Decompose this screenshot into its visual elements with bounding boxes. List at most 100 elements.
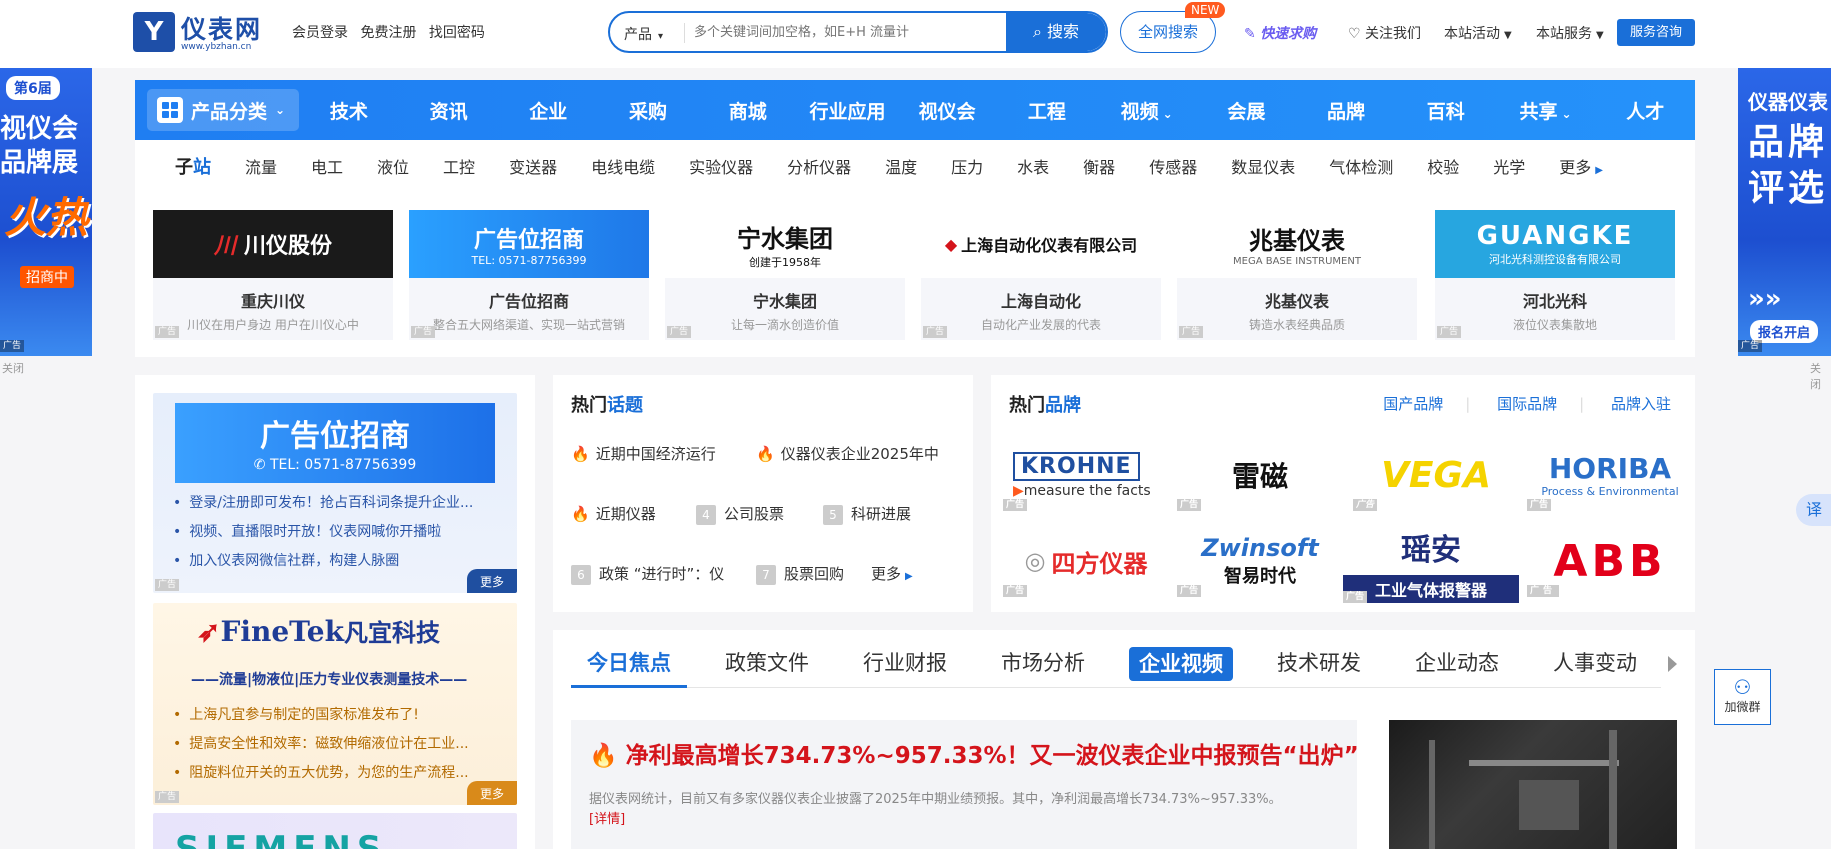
brand-ad-card[interactable]: GUANGKE 河北光科测控设备有限公司 河北光科 液位仪表集散地 广告 — [1435, 210, 1675, 340]
headline-title[interactable]: 🔥 净利最高增长734.73%~957.33%！又一波仪表企业中报预告“出炉” — [589, 736, 1359, 770]
brand-logo-yaoan[interactable]: 瑶安 工业气体报警器 广告 — [1343, 521, 1519, 603]
product-category-menu[interactable]: 产品分类 ⌄ — [147, 89, 299, 131]
tab-company-video[interactable]: 企业视频 — [1129, 647, 1233, 681]
nav-item[interactable]: 采购 — [598, 97, 698, 124]
topic-item[interactable]: 4 公司股票 — [696, 503, 784, 525]
nav-item[interactable]: 百科 — [1396, 97, 1496, 124]
topic-item[interactable]: 7 股票回购 — [756, 563, 844, 585]
list-item[interactable]: 阻旋料位开关的五大优势，为您的生产流程... — [173, 759, 468, 788]
topics-more-link[interactable]: 更多 ▶ — [871, 563, 913, 584]
login-link[interactable]: 会员登录 — [292, 25, 348, 41]
substation-link[interactable]: 气体检测 — [1329, 154, 1393, 178]
site-services-menu[interactable]: 本站服务 ▼ — [1536, 23, 1604, 43]
brand-ad-card[interactable]: 兆基仪表 MEGA BASE INSTRUMENT 兆基仪表 铸造水表经典品质 广… — [1177, 210, 1417, 340]
topic-item[interactable]: 🔥 近期仪器 — [571, 503, 656, 524]
more-button[interactable]: 更多 — [467, 781, 517, 805]
nav-item[interactable]: 技术 — [299, 97, 399, 124]
list-item[interactable]: 加入仪表网微信社群，构建人脉圈 — [173, 547, 473, 576]
site-activities-menu[interactable]: 本站活动 ▼ — [1444, 23, 1512, 43]
brand-logo-zwinsoft[interactable]: Zwinsoft 智易时代 广告 — [1177, 525, 1343, 597]
brand-logo-leici[interactable]: 雷磁 广告 — [1177, 439, 1343, 511]
brand-logo-krohne[interactable]: KROHNE ▶measure the facts 广告 — [1003, 439, 1169, 511]
substation-link[interactable]: 工控 — [443, 154, 475, 178]
international-brands-link[interactable]: 国际品牌 — [1497, 395, 1557, 413]
substation-link[interactable]: 液位 — [377, 154, 409, 178]
substation-link[interactable]: 变送器 — [509, 154, 557, 178]
list-item[interactable]: 提高安全性和效率：磁致伸缩液位计在工业... — [173, 730, 468, 759]
substation-link[interactable]: 光学 — [1493, 154, 1525, 178]
search-category-select[interactable]: 产品 ▾ — [624, 24, 663, 44]
substation-link[interactable]: 衡器 — [1083, 154, 1115, 178]
ad-block-finetek[interactable]: ➶FineTek凡宜科技 ——流量|物液位|压力专业仪表测量技术—— 上海凡宜参… — [153, 603, 517, 805]
follow-us-link[interactable]: ♡ 关注我们 — [1348, 23, 1421, 43]
nav-item[interactable]: 工程 — [997, 97, 1097, 124]
brand-logo-sifang[interactable]: ◎ 四方仪器 广告 — [1003, 525, 1169, 597]
headline-card[interactable]: 🔥 净利最高增长734.73%~957.33%！又一波仪表企业中报预告“出炉” … — [571, 720, 1359, 849]
site-logo[interactable]: Y 仪表网 www.ybzhan.cn — [133, 10, 283, 54]
substation-link[interactable]: 流量 — [245, 154, 277, 178]
nav-item[interactable]: 商城 — [698, 97, 798, 124]
substation-more-link[interactable]: 更多 ▶ — [1559, 154, 1603, 178]
substation-link[interactable]: 校验 — [1427, 154, 1459, 178]
nav-item[interactable]: 企业 — [498, 97, 598, 124]
list-item[interactable]: 上海凡宜参与制定的国家标准发布了! — [173, 701, 469, 730]
tab-market[interactable]: 市场分析 — [1001, 644, 1085, 688]
tab-policy[interactable]: 政策文件 — [725, 644, 809, 688]
nav-item[interactable]: 品牌 — [1296, 97, 1396, 124]
brand-logo-abb[interactable]: ABB 广告 — [1527, 525, 1693, 597]
nav-item[interactable]: 人才 — [1595, 97, 1695, 124]
topic-item[interactable]: 🔥 近期中国经济运行 — [571, 443, 716, 464]
nav-item[interactable]: 视仪会 — [897, 97, 997, 124]
domestic-brands-link[interactable]: 国产品牌 — [1383, 395, 1443, 413]
news-photo[interactable] — [1389, 720, 1677, 849]
tabs-next-arrow-icon[interactable] — [1668, 656, 1677, 672]
close-right-ad[interactable]: 关闭 — [1810, 360, 1831, 392]
tab-company-news[interactable]: 企业动态 — [1415, 644, 1499, 688]
substation-link[interactable]: 温度 — [885, 154, 917, 178]
brand-ad-card[interactable]: 川川仪股份 重庆川仪 川仪在用户身边 用户在川仪心中 广告 — [153, 210, 393, 340]
list-item[interactable]: 登录/注册即可发布！抢占百科词条提升企业... — [173, 489, 473, 518]
brand-logo-vega[interactable]: VEGA 广告 — [1353, 439, 1519, 511]
quick-purchase-link[interactable]: ✎ 快速求购 — [1244, 23, 1316, 43]
translate-button[interactable]: 译 — [1796, 494, 1831, 526]
substation-link[interactable]: 实验仪器 — [689, 154, 753, 178]
tab-personnel[interactable]: 人事变动 — [1553, 644, 1637, 688]
substation-link[interactable]: 水表 — [1017, 154, 1049, 178]
brand-join-link[interactable]: 品牌入驻 — [1611, 395, 1671, 413]
tab-tech-rd[interactable]: 技术研发 — [1277, 644, 1361, 688]
substation-link[interactable]: 电工 — [311, 154, 343, 178]
brand-logo-horiba[interactable]: HORIBA Process & Environmental 广告 — [1527, 439, 1693, 511]
search-input[interactable] — [694, 21, 994, 43]
topic-item[interactable]: 5 科研进展 — [823, 503, 911, 525]
list-item[interactable]: 视频、直播限时开放！仪表网喊你开播啦 — [173, 518, 473, 547]
substation-link[interactable]: 分析仪器 — [787, 154, 851, 178]
detail-link[interactable]: [详情] — [589, 812, 625, 827]
substation-link[interactable]: 数显仪表 — [1231, 154, 1295, 178]
close-left-ad[interactable]: 关闭 — [2, 360, 24, 376]
nav-item[interactable]: 行业应用 — [798, 97, 898, 124]
tab-today-focus[interactable]: 今日焦点 — [571, 644, 687, 688]
substation-link[interactable]: 压力 — [951, 154, 983, 178]
service-consult-button[interactable]: 服务咨询 — [1617, 19, 1695, 46]
join-wechat-group-button[interactable]: ⚇ 加微群 — [1714, 669, 1771, 725]
search-button[interactable]: ⌕ 搜索 — [1006, 13, 1106, 51]
register-link[interactable]: 免费注册 — [360, 25, 416, 41]
right-side-ad[interactable]: 仪器仪表 品牌评选 »» 报名开启 广告 — [1738, 68, 1831, 356]
recover-password-link[interactable]: 找回密码 — [429, 25, 485, 41]
brand-ad-card[interactable]: 宁水集团 创建于1958年 宁水集团 让每一滴水创造价值 广告 — [665, 210, 905, 340]
nav-item[interactable]: 会展 — [1196, 97, 1296, 124]
nav-item[interactable]: 资讯 — [399, 97, 499, 124]
ad-block-recruit[interactable]: 广告位招商 ✆ TEL: 0571-87756399 登录/注册即可发布！抢占百… — [153, 393, 517, 593]
brand-ad-card[interactable]: ◆ 上海自动化仪表有限公司 上海自动化 自动化产业发展的代表 广告 — [921, 210, 1161, 340]
substation-link[interactable]: 电线电缆 — [591, 154, 655, 178]
nav-item-share[interactable]: 共享 ⌄ — [1496, 97, 1596, 124]
topic-item[interactable]: 🔥 仪器仪表企业2025年中 — [756, 443, 939, 464]
more-button[interactable]: 更多 — [467, 569, 517, 593]
topic-item[interactable]: 6 政策 “进行时”：仪 — [571, 563, 724, 585]
left-side-ad[interactable]: 第6届 视仪会品牌展 火热 招商中 广告 — [0, 68, 92, 356]
ad-block-siemens[interactable]: SIEMENS — [153, 813, 517, 849]
brand-ad-card[interactable]: 广告位招商 TEL: 0571-87756399 广告位招商 整合五大网络渠道、实… — [409, 210, 649, 340]
substation-link[interactable]: 传感器 — [1149, 154, 1197, 178]
tab-financial[interactable]: 行业财报 — [863, 644, 947, 688]
nav-item-video[interactable]: 视频 ⌄ — [1097, 97, 1197, 124]
